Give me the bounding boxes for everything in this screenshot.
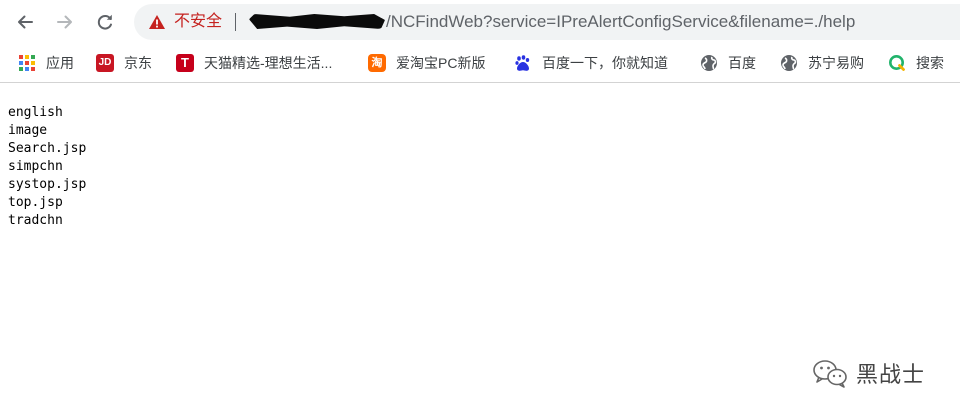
bookmark-label: 搜索: [916, 55, 944, 71]
list-item: Search.jsp: [8, 141, 87, 156]
forward-arrow-icon: [57, 15, 72, 29]
redacted-host-mark: [249, 14, 385, 29]
bookmarks-bar: 应用 JD 京东 T 天猫精选-理想生活... 淘 爱淘宝PC新版 百度一下，你…: [0, 44, 960, 83]
list-item: simpchn: [8, 159, 63, 174]
forward-button[interactable]: [50, 8, 80, 36]
bookmark-label: 百度: [728, 55, 756, 71]
bookmark-label: 京东: [124, 55, 152, 71]
address-separator: [235, 13, 236, 31]
browser-toolbar: 不安全 /NCFindWeb?service=IPreAlertConfigSe…: [0, 0, 960, 44]
back-button[interactable]: [10, 8, 40, 36]
bookmark-label: 应用: [46, 55, 74, 71]
list-item: tradchn: [8, 213, 63, 228]
list-item: top.jsp: [8, 195, 63, 210]
baidu-paw-icon: [514, 54, 532, 72]
bookmark-baidu[interactable]: 百度: [700, 44, 756, 82]
globe-icon: [780, 54, 798, 72]
watermark: 黑战士: [812, 355, 925, 391]
bookmark-baidu-search[interactable]: 百度一下，你就知道: [514, 44, 668, 82]
list-item: english: [8, 105, 63, 120]
bookmark-apps[interactable]: 应用: [18, 44, 74, 82]
taobao-icon: 淘: [368, 54, 386, 72]
jd-icon: JD: [96, 54, 114, 72]
bookmark-label: 爱淘宝PC新版: [396, 55, 486, 71]
bookmark-jd[interactable]: JD 京东: [96, 44, 152, 82]
list-item: image: [8, 123, 48, 138]
bookmark-aitaobao[interactable]: 淘 爱淘宝PC新版: [368, 44, 485, 82]
reload-button[interactable]: [90, 8, 120, 36]
url-path-text[interactable]: /NCFindWeb?service=IPreAlertConfigServic…: [386, 12, 855, 32]
search-q-icon: [888, 54, 906, 72]
bookmark-label: 苏宁易购: [808, 55, 864, 71]
address-bar[interactable]: 不安全 /NCFindWeb?service=IPreAlertConfigSe…: [134, 4, 960, 40]
reload-icon: [97, 14, 112, 30]
apps-grid-icon: [18, 54, 36, 72]
watermark-text: 黑战士: [856, 362, 926, 387]
list-item: systop.jsp: [8, 177, 87, 192]
wechat-icon: [813, 360, 847, 388]
bookmark-suning[interactable]: 苏宁易购: [780, 44, 864, 82]
tmall-icon: T: [176, 54, 194, 72]
bookmark-label: 天猫精选-理想生活...: [204, 55, 333, 71]
security-status-label[interactable]: 不安全: [174, 12, 222, 32]
bookmark-search[interactable]: 搜索: [888, 44, 944, 82]
warning-triangle-icon[interactable]: [148, 14, 166, 30]
directory-listing: english image Search.jsp simpchn systop.…: [8, 104, 86, 230]
back-arrow-icon: [18, 15, 33, 29]
bookmark-label: 百度一下，你就知道: [542, 55, 668, 71]
bookmark-tmall[interactable]: T 天猫精选-理想生活...: [176, 44, 332, 82]
globe-icon: [700, 54, 718, 72]
